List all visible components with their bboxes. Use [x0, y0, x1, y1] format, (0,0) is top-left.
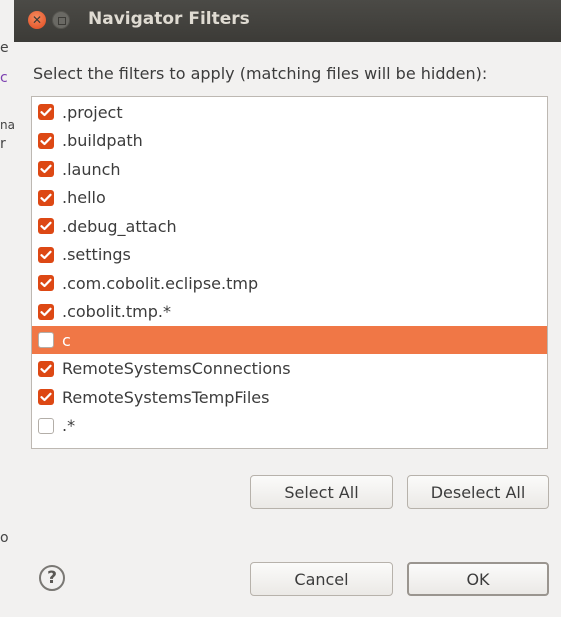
- window-title: Navigator Filters: [88, 9, 250, 29]
- checkbox-checked-icon[interactable]: [38, 360, 54, 377]
- checkbox-checked-icon[interactable]: [38, 218, 54, 234]
- filter-row[interactable]: .*: [32, 412, 547, 440]
- background-text-fragment: e: [0, 40, 9, 56]
- instruction-text: Select the filters to apply (matching fi…: [33, 64, 488, 83]
- checkbox-checked-icon[interactable]: [38, 389, 54, 405]
- filter-label: .debug_attach: [62, 216, 177, 236]
- filter-row[interactable]: .project: [32, 98, 547, 126]
- background-text-fragment: c: [0, 70, 8, 86]
- minimize-icon[interactable]: [52, 11, 70, 29]
- filter-label: .buildpath: [62, 131, 143, 150]
- checkbox-unchecked-icon[interactable]: [38, 417, 54, 434]
- filter-row[interactable]: .buildpath: [32, 127, 547, 155]
- filter-row[interactable]: RemoteSystemsConnections: [32, 355, 547, 383]
- deselect-all-button[interactable]: Deselect All: [407, 475, 549, 509]
- background-text-fragment: na: [0, 118, 15, 132]
- filter-row[interactable]: .hello: [32, 184, 547, 212]
- filter-label: c: [62, 330, 71, 350]
- checkbox-checked-icon[interactable]: [38, 246, 54, 263]
- background-text-fragment: o: [0, 530, 9, 546]
- checkbox-checked-icon[interactable]: [38, 132, 54, 149]
- filter-label: .*: [62, 416, 76, 435]
- close-icon[interactable]: ✕: [28, 11, 46, 29]
- filter-label: .launch: [62, 159, 121, 179]
- filter-label: RemoteSystemsTempFiles: [62, 387, 270, 407]
- checkbox-checked-icon[interactable]: [38, 161, 54, 177]
- filter-row[interactable]: .cobolit.tmp.*: [32, 298, 547, 326]
- title-bar: ✕ Navigator Filters: [14, 0, 561, 42]
- filter-row[interactable]: c: [32, 326, 547, 354]
- checkbox-checked-icon[interactable]: [38, 104, 54, 120]
- checkbox-checked-icon[interactable]: [38, 189, 54, 206]
- background-text-fragment: r: [0, 136, 6, 152]
- filter-label: .com.cobolit.eclipse.tmp: [62, 273, 259, 293]
- filter-row[interactable]: .debug_attach: [32, 212, 547, 240]
- select-all-button[interactable]: Select All: [250, 475, 393, 509]
- filter-row[interactable]: RemoteSystemsTempFiles: [32, 383, 547, 411]
- checkbox-checked-icon[interactable]: [38, 303, 54, 320]
- filter-label: RemoteSystemsConnections: [62, 359, 291, 378]
- filter-label: .cobolit.tmp.*: [62, 302, 171, 321]
- ok-button[interactable]: OK: [407, 562, 549, 596]
- filter-label: .settings: [62, 245, 131, 264]
- filter-row[interactable]: .settings: [32, 241, 547, 269]
- filter-row[interactable]: .launch: [32, 155, 547, 183]
- navigator-filters-dialog: ✕ Navigator Filters Select the filters t…: [14, 0, 561, 617]
- help-icon[interactable]: ?: [39, 565, 65, 591]
- checkbox-unchecked-icon[interactable]: [38, 332, 54, 348]
- filter-list[interactable]: .project .buildpath .launch .hello .debug_at…: [31, 96, 548, 449]
- filter-label: .hello: [62, 188, 106, 207]
- background-window-edge: e c na r o: [0, 0, 15, 617]
- filter-row[interactable]: .com.cobolit.eclipse.tmp: [32, 269, 547, 297]
- checkbox-checked-icon[interactable]: [38, 275, 54, 291]
- cancel-button[interactable]: Cancel: [250, 562, 393, 596]
- filter-label: .project: [62, 102, 123, 122]
